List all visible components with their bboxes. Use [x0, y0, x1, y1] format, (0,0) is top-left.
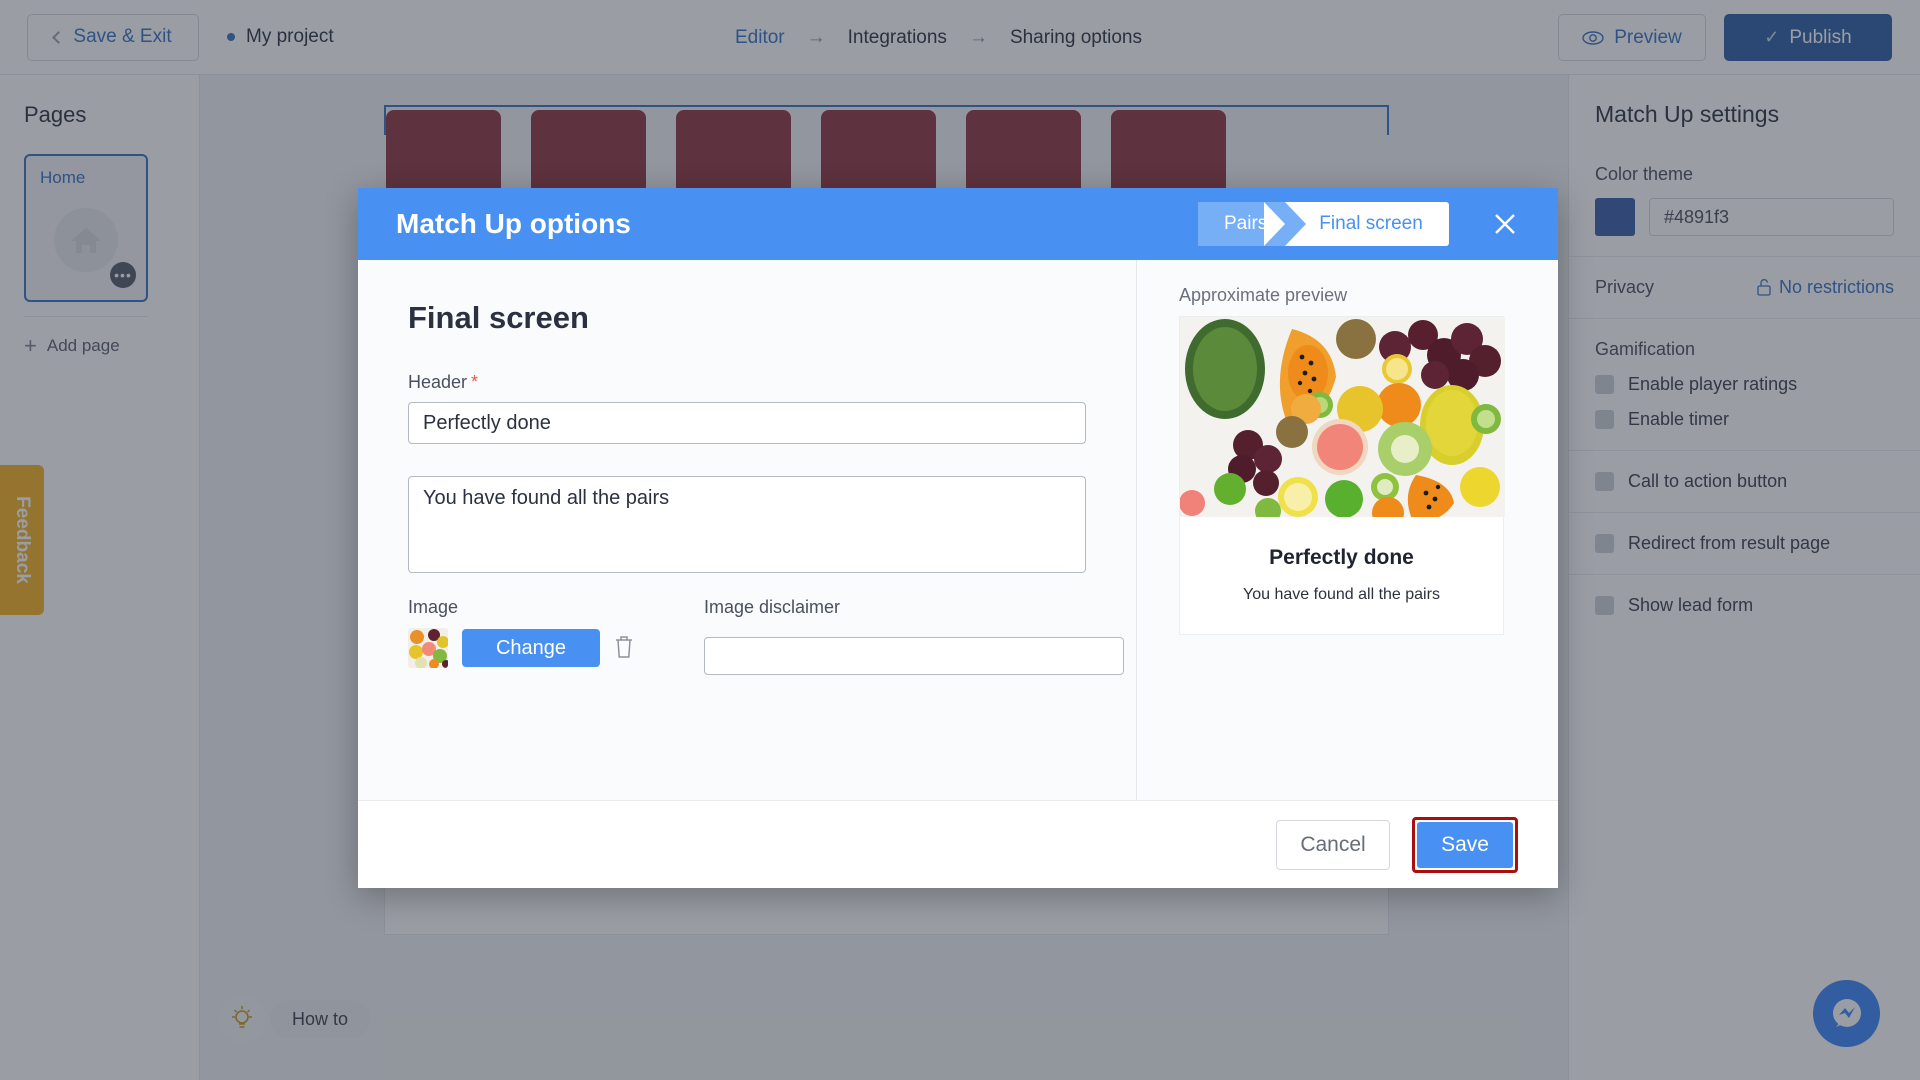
preview-card: Perfectly done You have found all the pa… [1179, 316, 1505, 635]
form-heading: Final screen [408, 300, 589, 335]
header-label-text: Header [408, 372, 468, 392]
preview-image [1179, 317, 1505, 529]
tab-final-screen[interactable]: Final screen [1264, 202, 1449, 246]
image-thumbnail[interactable] [408, 628, 448, 668]
approximate-preview: Approximate preview Perfectly done You h… [1136, 260, 1558, 800]
required-asterisk: * [471, 372, 479, 392]
save-button[interactable]: Save [1417, 821, 1513, 868]
preview-label: Approximate preview [1179, 285, 1348, 305]
save-label: Save [1441, 832, 1489, 856]
image-row: Image Change Image disclaimer [408, 597, 1124, 675]
cancel-label: Cancel [1300, 832, 1366, 856]
image-disclaimer-input[interactable] [704, 637, 1124, 675]
dialog-step-tabs: Pairs Final screen [1198, 202, 1449, 246]
preview-heading: Perfectly done [1269, 546, 1414, 569]
save-button-highlight: Save [1412, 816, 1518, 873]
header-input[interactable]: Perfectly done [408, 402, 1086, 444]
dialog-header: Match Up options Pairs Final screen [358, 188, 1558, 260]
change-image-label: Change [495, 636, 567, 659]
header-field-label: Header * [408, 372, 1088, 393]
disclaimer-column: Image disclaimer [704, 597, 1124, 675]
body-textarea[interactable]: You have found all the pairs [408, 476, 1086, 573]
dialog-footer: Cancel Save [358, 800, 1558, 888]
change-image-button[interactable]: Change [462, 629, 600, 667]
tab-pairs-label: Pairs [1224, 213, 1268, 234]
image-column: Image Change [408, 597, 636, 675]
cancel-button[interactable]: Cancel [1276, 819, 1390, 870]
delete-image-icon[interactable] [614, 635, 636, 661]
dialog-body: Final screen Header * Perfectly done You … [358, 260, 1558, 800]
dialog-title: Match Up options [396, 208, 631, 239]
final-screen-form: Final screen Header * Perfectly done You … [358, 260, 1136, 800]
tab-final-screen-label: Final screen [1319, 213, 1423, 234]
image-label: Image [408, 597, 459, 617]
image-disclaimer-label: Image disclaimer [704, 597, 841, 617]
preview-subtext: You have found all the pairs [1243, 586, 1440, 603]
match-up-options-dialog: Match Up options Pairs Final screen Fina… [358, 188, 1558, 888]
close-icon[interactable] [1490, 209, 1520, 239]
